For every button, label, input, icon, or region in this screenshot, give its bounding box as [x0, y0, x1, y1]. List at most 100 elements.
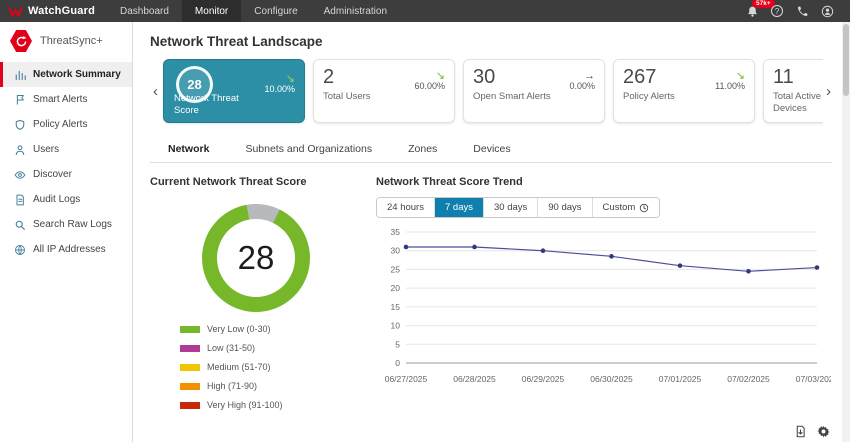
legend-row: Very Low (0-30) [180, 324, 362, 334]
card-delta: ↘ 10.00% [264, 73, 295, 95]
sidebar-item-all-ip-addresses[interactable]: All IP Addresses [0, 237, 132, 262]
tab-devices[interactable]: Devices [455, 137, 528, 162]
discover-icon [14, 169, 26, 181]
carousel-left-arrow[interactable]: ‹ [150, 59, 161, 125]
svg-text:07/01/2025: 07/01/2025 [659, 374, 702, 384]
range-30-days[interactable]: 30 days [484, 198, 538, 217]
watchguard-logo: WatchGuard [0, 5, 107, 17]
sidebar: ThreatSync+ Network Summary Smart Alerts… [0, 22, 133, 442]
sidebar-item-search-raw-logs[interactable]: Search Raw Logs [0, 212, 132, 237]
policy-alerts-icon [14, 119, 26, 131]
sidebar-item-discover[interactable]: Discover [0, 162, 132, 187]
legend-row: Very High (91-100) [180, 400, 362, 410]
settings-gear-icon[interactable] [817, 425, 830, 438]
trend-panel: Network Threat Score Trend 24 hours 7 da… [362, 176, 832, 419]
legend-swatch [180, 364, 200, 371]
threat-score-value: 28 [217, 219, 295, 297]
sidebar-item-smart-alerts[interactable]: Smart Alerts [0, 87, 132, 112]
score-panel-title: Current Network Threat Score [150, 176, 362, 188]
legend-row: High (71-90) [180, 381, 362, 391]
card-total-active-devices[interactable]: 11 ↘ Total Active Devices [763, 59, 823, 123]
nav-configure[interactable]: Configure [241, 0, 310, 22]
vertical-scrollbar[interactable] [842, 22, 850, 442]
card-label: Total Users [323, 91, 419, 103]
legend-swatch [180, 402, 200, 409]
card-label: Policy Alerts [623, 91, 719, 103]
svg-text:5: 5 [395, 339, 400, 349]
svg-text:06/29/2025: 06/29/2025 [522, 374, 565, 384]
range-24-hours[interactable]: 24 hours [377, 198, 435, 217]
svg-text:20: 20 [391, 283, 401, 293]
time-range-selector: 24 hours 7 days 30 days 90 days Custom [376, 197, 660, 218]
top-navigation: Dashboard Monitor Configure Administrati… [107, 0, 400, 22]
trend-panel-title: Network Threat Score Trend [376, 176, 832, 188]
card-delta: ↘ 60.00% [414, 70, 445, 92]
kpi-cards: 28 ↘ 10.00% Network Threat Score 2 ↘ 60.… [161, 57, 823, 126]
nav-administration[interactable]: Administration [311, 0, 400, 22]
scrollbar-thumb[interactable] [843, 24, 849, 96]
card-network-threat-score[interactable]: 28 ↘ 10.00% Network Threat Score [163, 59, 305, 123]
legend-swatch [180, 345, 200, 352]
card-delta-value: 0.00% [569, 81, 595, 91]
range-90-days[interactable]: 90 days [538, 198, 592, 217]
account-icon[interactable] [820, 4, 834, 18]
svg-text:15: 15 [391, 302, 401, 312]
nav-dashboard[interactable]: Dashboard [107, 0, 182, 22]
help-icon[interactable]: ? [770, 4, 784, 18]
svg-text:07/02/2025: 07/02/2025 [727, 374, 770, 384]
tab-network[interactable]: Network [150, 137, 227, 162]
sidebar-item-users[interactable]: Users [0, 137, 132, 162]
range-7-days[interactable]: 7 days [435, 198, 484, 217]
card-open-smart-alerts[interactable]: 30 → 0.00% Open Smart Alerts [463, 59, 605, 123]
nav-monitor[interactable]: Monitor [182, 0, 241, 22]
product-header: ThreatSync+ [0, 22, 132, 62]
sidebar-item-network-summary[interactable]: Network Summary [0, 62, 132, 87]
trend-chart: 0510152025303506/27/202506/28/202506/29/… [376, 224, 831, 389]
tab-subnets-and-organizations[interactable]: Subnets and Organizations [227, 137, 390, 162]
legend-row: Low (31-50) [180, 343, 362, 353]
card-total-users[interactable]: 2 ↘ 60.00% Total Users [313, 59, 455, 123]
globe-icon [14, 244, 26, 256]
tab-zones[interactable]: Zones [390, 137, 455, 162]
notifications-bell-icon[interactable]: 57k+ [745, 4, 759, 18]
summary-icon [14, 69, 26, 81]
sidebar-item-label: All IP Addresses [33, 244, 106, 255]
legend-label: Low (31-50) [207, 343, 255, 353]
card-policy-alerts[interactable]: 267 ↘ 11.00% Policy Alerts [613, 59, 755, 123]
brand-text: WatchGuard [28, 5, 95, 17]
carousel-right-arrow[interactable]: › [823, 59, 834, 125]
card-delta-value: 10.00% [264, 84, 295, 94]
card-label: Network Threat Score [174, 93, 260, 117]
current-score-panel: Current Network Threat Score 28 Very Low… [150, 176, 362, 419]
page-title: Network Threat Landscape [150, 34, 832, 49]
svg-text:25: 25 [391, 264, 401, 274]
sidebar-item-label: Discover [33, 169, 72, 180]
range-label: 24 hours [387, 202, 424, 213]
users-icon [14, 144, 26, 156]
export-report-icon[interactable] [794, 425, 807, 438]
product-name: ThreatSync+ [40, 35, 103, 47]
score-legend: Very Low (0-30) Low (31-50) Medium (51-7… [180, 324, 362, 410]
svg-text:10: 10 [391, 321, 401, 331]
sidebar-item-label: Users [33, 144, 59, 155]
svg-text:0: 0 [395, 358, 400, 368]
phone-support-icon[interactable] [795, 4, 809, 18]
audit-logs-icon [14, 194, 26, 206]
svg-text:06/28/2025: 06/28/2025 [453, 374, 496, 384]
range-label: 90 days [548, 202, 581, 213]
section-tabs: Network Subnets and Organizations Zones … [150, 137, 832, 163]
help-question-mark: ? [771, 5, 783, 17]
sidebar-item-audit-logs[interactable]: Audit Logs [0, 187, 132, 212]
sidebar-item-policy-alerts[interactable]: Policy Alerts [0, 112, 132, 137]
threatsync-logo-icon [10, 30, 32, 52]
range-custom[interactable]: Custom [593, 198, 660, 217]
legend-label: Very High (91-100) [207, 400, 283, 410]
topbar-actions: 57k+ ? [745, 4, 850, 18]
panels: Current Network Threat Score 28 Very Low… [150, 176, 832, 419]
clock-icon [639, 203, 649, 213]
svg-text:06/30/2025: 06/30/2025 [590, 374, 633, 384]
topbar: WatchGuard Dashboard Monitor Configure A… [0, 0, 850, 22]
svg-text:35: 35 [391, 227, 401, 237]
svg-text:06/27/2025: 06/27/2025 [385, 374, 428, 384]
main-content: Network Threat Landscape ‹ 28 ↘ 10.00% N… [134, 22, 842, 442]
